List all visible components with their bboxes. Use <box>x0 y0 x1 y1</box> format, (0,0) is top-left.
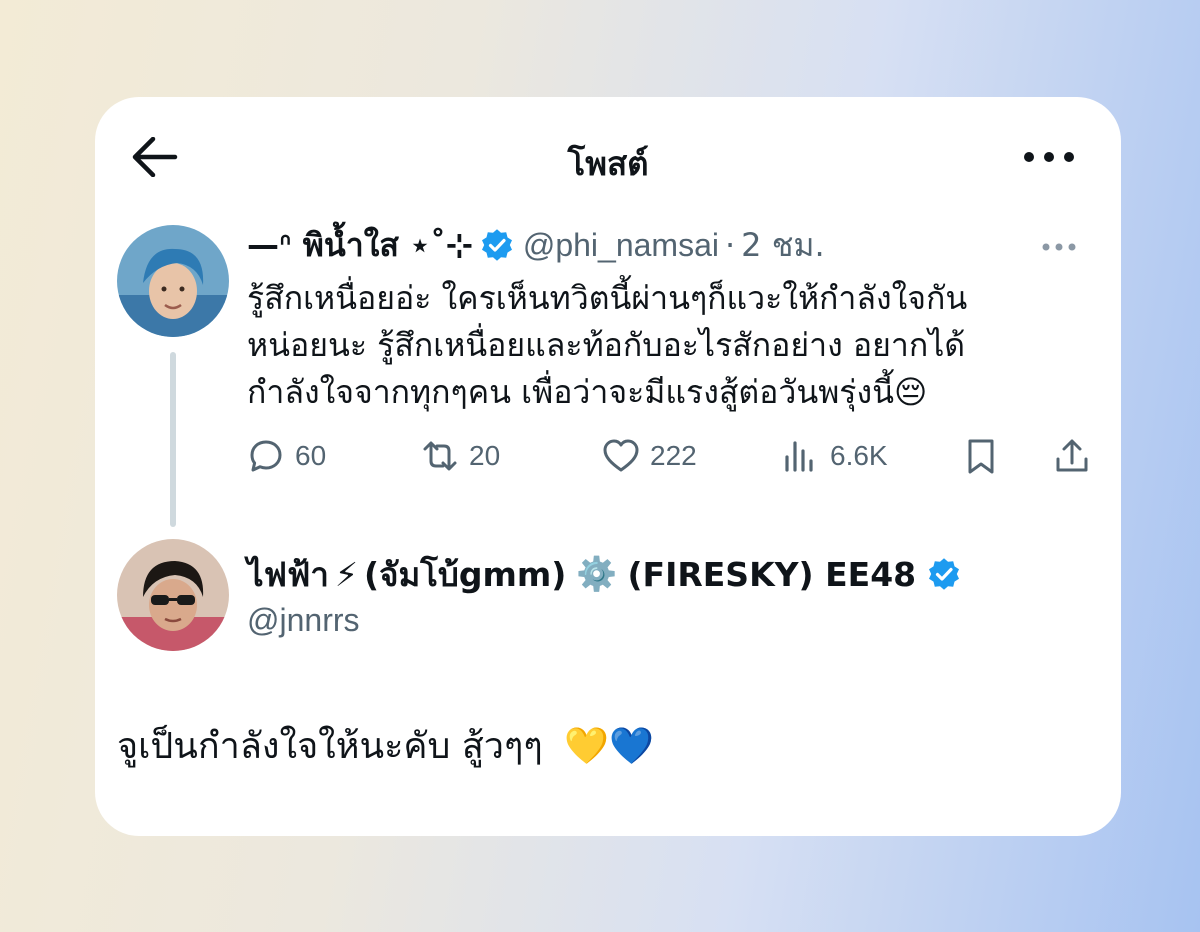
post-action-bar: 60 20 222 6.6K <box>247 437 1107 481</box>
pensive-emoji: 😔 <box>893 373 928 411</box>
share-icon <box>1056 439 1088 472</box>
repost-button[interactable]: 20 <box>421 437 500 475</box>
analytics-icon <box>785 441 813 472</box>
share-button[interactable] <box>1053 437 1091 475</box>
top-bar: โพสต์ <box>95 97 1121 217</box>
post-display-name[interactable]: —ᐢ พิน้ำใส ⋆˚⊹ <box>247 220 473 271</box>
post-detail-card: โพสต์ —ᐢ พิน้ำใส ⋆˚⊹ @phi_namsai · 2 ชม.… <box>95 97 1121 836</box>
thread-connector-line <box>170 352 176 527</box>
avatar[interactable] <box>117 225 229 337</box>
reply-handle[interactable]: @jnnrrs <box>247 602 360 639</box>
post-more-options-icon[interactable] <box>1041 240 1077 252</box>
reply-count: 60 <box>295 440 327 471</box>
post-text-segment: กำลังใจจากทุกๆคน เพื่อว่าจะมีแรงสู้ต่อวั… <box>247 373 894 411</box>
post-handle[interactable]: @phi_namsai <box>523 227 719 264</box>
separator-dot: · <box>724 226 736 264</box>
heart-icon <box>603 439 639 472</box>
reply-author-row: ไฟฟ้า ⚡ (จัมโบ้gmm) ⚙️ (FIRESKY) EE48 <box>247 549 1107 599</box>
bookmark-button[interactable] <box>962 437 1000 475</box>
repost-icon <box>423 441 457 471</box>
reply-avatar[interactable] <box>117 539 229 651</box>
reply-button[interactable]: 60 <box>247 437 326 475</box>
post-text-line: กำลังใจจากทุกๆคน เพื่อว่าจะมีแรงสู้ต่อวั… <box>247 369 1107 416</box>
gear-emoji: ⚙️ <box>576 554 618 593</box>
post-text-line: หน่อยนะ รู้สึกเหนื่อยและท้อกับอะไรสักอย่… <box>247 326 966 364</box>
views-button[interactable]: 6.6K <box>782 437 888 475</box>
page-title: โพสต์ <box>567 144 649 183</box>
bookmark-icon <box>968 439 994 474</box>
post-text: รู้สึกเหนื่อยอ่ะ ใครเห็นทวิตนี้ผ่านๆก็แว… <box>247 275 1107 416</box>
lightning-emoji: ⚡ <box>334 554 359 594</box>
reply-text-segment: จูเป็นกำลังใจให้นะคับ สู้วๆๆ <box>117 726 543 767</box>
post-author-row: —ᐢ พิน้ำใส ⋆˚⊹ @phi_namsai · 2 ชม. <box>247 222 1047 268</box>
repost-count: 20 <box>469 440 501 471</box>
reply-display-name-part[interactable]: (FIRESKY) EE48 <box>627 555 916 594</box>
verified-badge-icon <box>929 558 960 590</box>
view-count: 6.6K <box>830 440 888 471</box>
more-options-icon[interactable] <box>1023 139 1075 175</box>
like-button[interactable]: 222 <box>602 437 697 475</box>
reply-display-name-part[interactable]: (จัมโบ้gmm) <box>364 548 566 601</box>
verified-badge-icon <box>481 229 512 261</box>
post-text-line: รู้สึกเหนื่อยอ่ะ ใครเห็นทวิตนี้ผ่านๆก็แว… <box>247 279 968 317</box>
reply-icon <box>250 440 282 472</box>
like-count: 222 <box>650 440 697 471</box>
reply-display-name[interactable]: ไฟฟ้า <box>247 548 329 601</box>
heart-emojis: 💛💙 <box>564 726 654 767</box>
post-timestamp[interactable]: 2 ชม. <box>741 220 825 271</box>
reply-text: จูเป็นกำลังใจให้นะคับ สู้วๆๆ 💛💙 <box>117 717 654 774</box>
